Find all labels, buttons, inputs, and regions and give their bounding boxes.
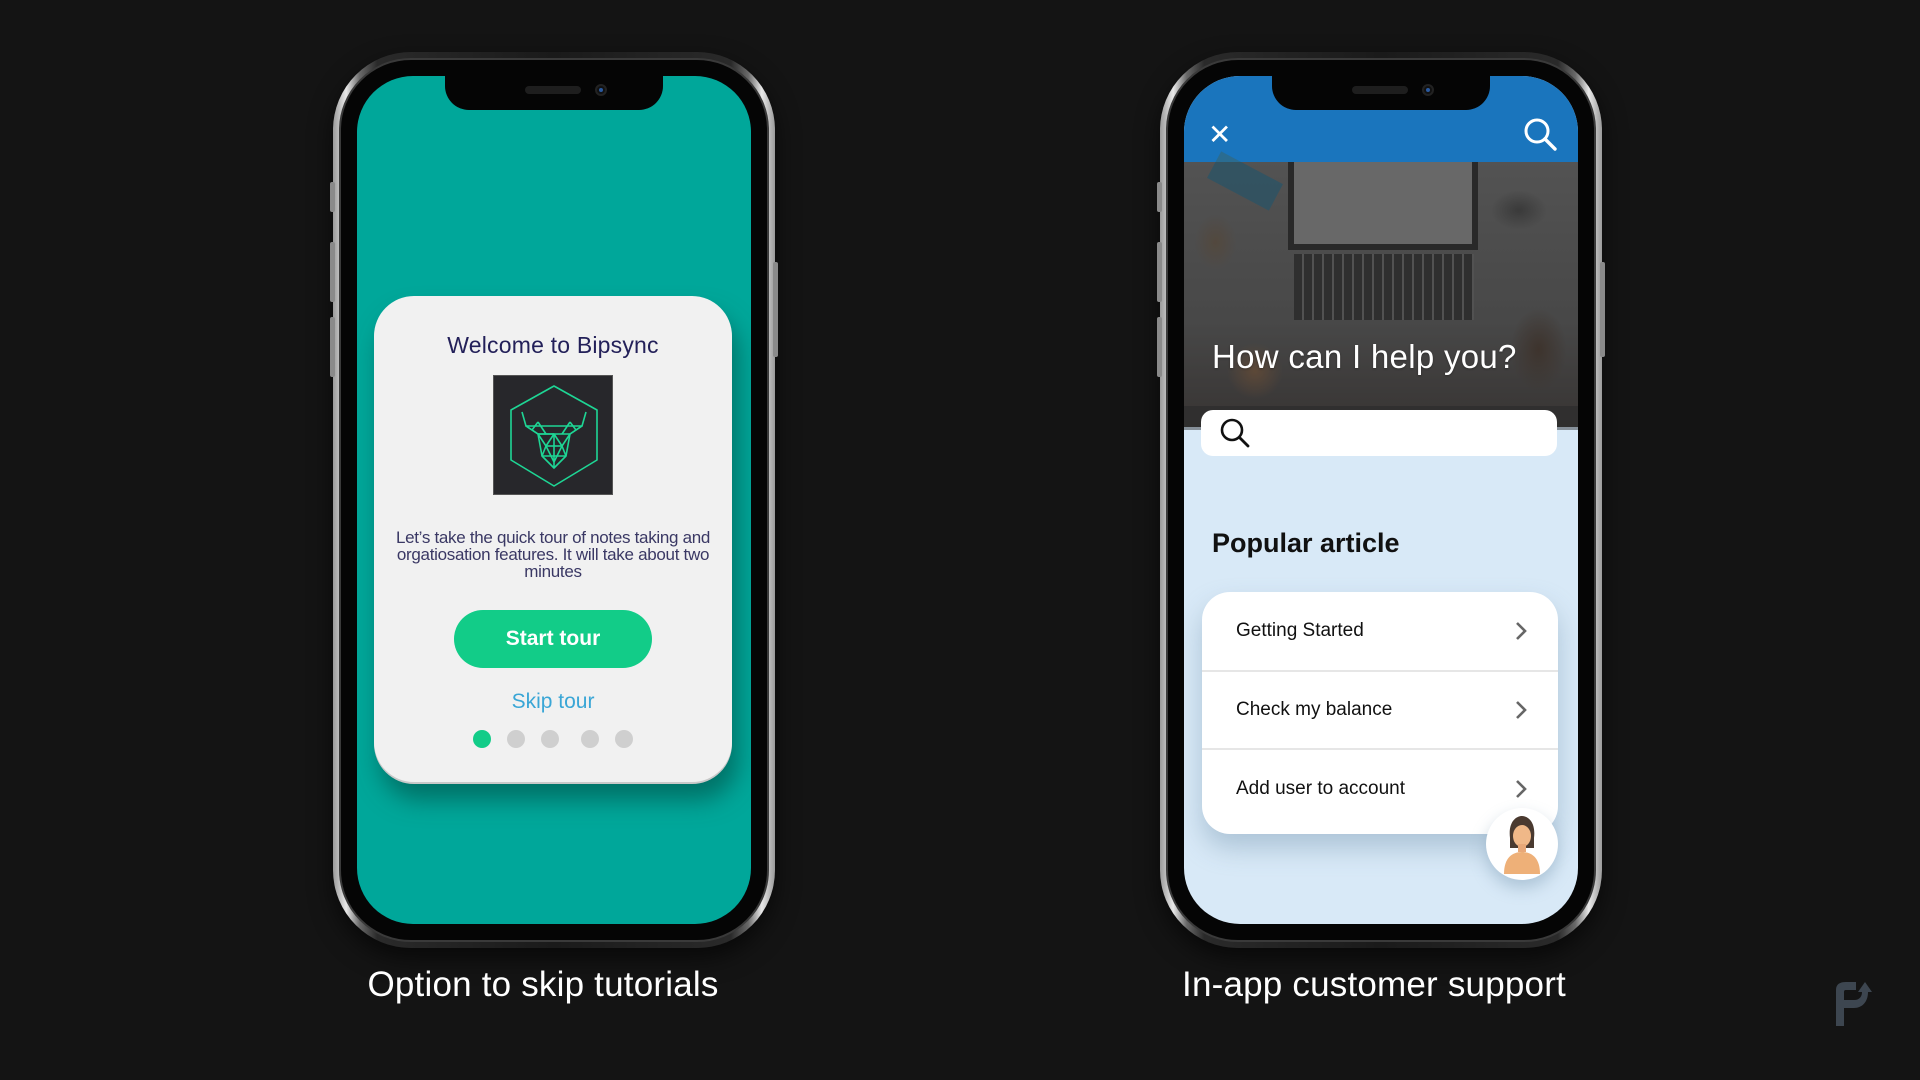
power-button bbox=[773, 262, 778, 357]
welcome-dialog: Welcome to Bipsync Let’s take the quick … bbox=[374, 296, 732, 782]
chevron-right-icon bbox=[1516, 622, 1527, 640]
skip-tour-link[interactable]: Skip tour bbox=[374, 690, 732, 714]
phone-screen: Welcome to Bipsync Let’s take the quick … bbox=[357, 76, 751, 924]
volume-up-button bbox=[1157, 242, 1162, 302]
popular-article-heading: Popular article bbox=[1212, 528, 1400, 558]
article-item[interactable]: Getting Started bbox=[1202, 592, 1558, 672]
volume-down-button bbox=[330, 317, 335, 377]
tour-description: Let’s take the quick tour of notes takin… bbox=[395, 528, 711, 581]
support-agent-avatar-icon bbox=[1504, 816, 1540, 874]
caption-customer-support: In-app customer support bbox=[1182, 965, 1566, 1004]
phone-notch bbox=[1272, 76, 1490, 110]
article-item[interactable]: Check my balance bbox=[1202, 672, 1558, 750]
hero-title: How can I help you? bbox=[1212, 338, 1517, 375]
phone-mockup-support: ✕ How can I help you? Popular article Ge… bbox=[1157, 52, 1605, 948]
pagination-dot[interactable] bbox=[541, 730, 559, 748]
phone-notch bbox=[445, 76, 663, 110]
close-icon[interactable]: ✕ bbox=[1208, 121, 1234, 149]
volume-down-button bbox=[1157, 317, 1162, 377]
article-label: Add user to account bbox=[1236, 778, 1405, 799]
hero-banner-image: How can I help you? bbox=[1184, 151, 1578, 430]
power-button bbox=[1600, 262, 1605, 357]
pagination-dot[interactable] bbox=[507, 730, 525, 748]
help-search-field[interactable] bbox=[1201, 410, 1557, 456]
chevron-right-icon bbox=[1516, 701, 1527, 719]
pagination-dots bbox=[374, 730, 732, 748]
phone-screen: ✕ How can I help you? Popular article Ge… bbox=[1184, 76, 1578, 924]
pagination-dot-active[interactable] bbox=[473, 730, 491, 748]
support-agent-avatar-button[interactable] bbox=[1486, 808, 1558, 880]
article-label: Check my balance bbox=[1236, 699, 1393, 720]
volume-up-button bbox=[330, 242, 335, 302]
search-icon bbox=[1220, 418, 1250, 448]
article-list: Getting Started Check my balance Add use… bbox=[1202, 592, 1558, 834]
mute-switch bbox=[1157, 182, 1162, 212]
brand-logo-icon bbox=[1836, 982, 1872, 1026]
help-search-input[interactable] bbox=[1261, 410, 1557, 456]
chevron-right-icon bbox=[1516, 780, 1527, 798]
search-icon[interactable] bbox=[1522, 116, 1558, 152]
article-label: Getting Started bbox=[1236, 620, 1364, 641]
mute-switch bbox=[330, 182, 335, 212]
phone-mockup-onboarding: Welcome to Bipsync Let’s take the quick … bbox=[330, 52, 778, 948]
welcome-title: Welcome to Bipsync bbox=[447, 332, 659, 358]
pagination-dot[interactable] bbox=[581, 730, 599, 748]
start-tour-button[interactable]: Start tour bbox=[454, 610, 652, 668]
caption-skip-tutorials: Option to skip tutorials bbox=[367, 965, 719, 1004]
pagination-dot[interactable] bbox=[615, 730, 633, 748]
bull-logo-icon bbox=[493, 375, 613, 495]
